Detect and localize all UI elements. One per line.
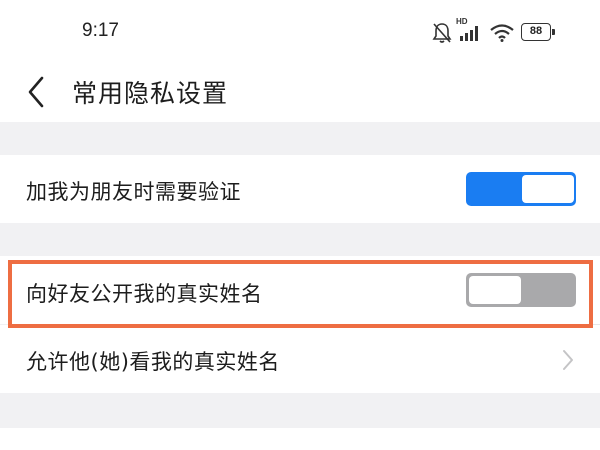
setting-row-show-real-name: 向好友公开我的真实姓名 (0, 256, 600, 324)
setting-row-allow-view-real-name[interactable]: 允许他(她)看我的真实姓名 (0, 325, 600, 393)
battery-level: 88 (529, 25, 543, 37)
hd-signal-icon: HD (456, 17, 484, 43)
setting-row-next (0, 428, 600, 450)
chevron-right-icon (563, 350, 573, 370)
battery-icon: 88 (521, 23, 557, 43)
status-bar: 9:17 HD 88 (0, 0, 600, 62)
setting-row-friend-verification: 加我为朋友时需要验证 (0, 155, 600, 223)
setting-label-show-real-name: 向好友公开我的真实姓名 (26, 282, 263, 306)
status-time: 9:17 (82, 20, 119, 41)
show-real-name-toggle[interactable] (466, 273, 576, 307)
chevron-left-icon[interactable] (22, 72, 52, 112)
bell-off-icon (432, 23, 452, 43)
friend-verification-toggle[interactable] (466, 172, 576, 206)
back-button[interactable] (22, 72, 52, 112)
wifi-icon (490, 24, 514, 42)
setting-label-allow-view-real-name: 允许他(她)看我的真实姓名 (26, 350, 280, 374)
nav-bar: 常用隐私设置 (0, 62, 600, 122)
page-title: 常用隐私设置 (72, 79, 229, 108)
setting-label-friend-verification: 加我为朋友时需要验证 (26, 180, 241, 204)
